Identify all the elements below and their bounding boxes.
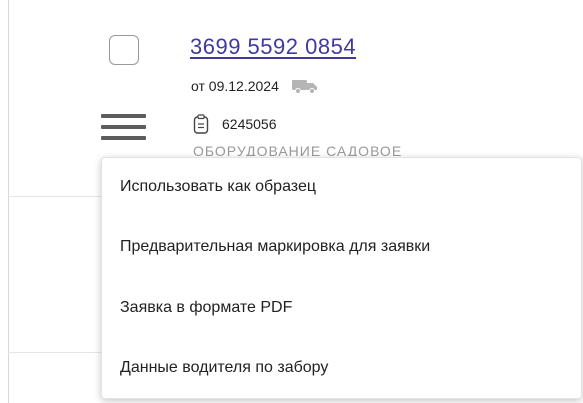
order-date-row: от 09.12.2024 <box>191 78 319 94</box>
order-date: от 09.12.2024 <box>191 78 279 94</box>
document-number-row: 6245056 <box>193 114 277 134</box>
select-checkbox[interactable] <box>109 35 139 65</box>
row-divider <box>8 352 108 353</box>
left-border <box>8 0 9 403</box>
order-card: 3699 5592 0854 от 09.12.2024 6245056 ОБО… <box>0 0 583 403</box>
menu-item-use-as-template[interactable]: Использовать как образец <box>120 178 316 196</box>
menu-item-request-pdf[interactable]: Заявка в формате PDF <box>120 299 292 317</box>
clipboard-icon <box>193 114 209 134</box>
menu-item-preliminary-marking[interactable]: Предварительная маркировка для заявки <box>120 238 430 256</box>
truck-icon <box>291 80 317 94</box>
document-number: 6245056 <box>222 116 277 132</box>
context-menu: Использовать как образец Предварительная… <box>101 157 582 399</box>
hamburger-menu-icon[interactable] <box>101 112 146 144</box>
menu-item-driver-pickup-data[interactable]: Данные водителя по забору <box>120 359 328 377</box>
row-divider <box>8 196 108 197</box>
order-number-link[interactable]: 3699 5592 0854 <box>190 34 356 60</box>
product-category: ОБОРУДОВАНИЕ САДОВОЕ <box>193 143 403 156</box>
